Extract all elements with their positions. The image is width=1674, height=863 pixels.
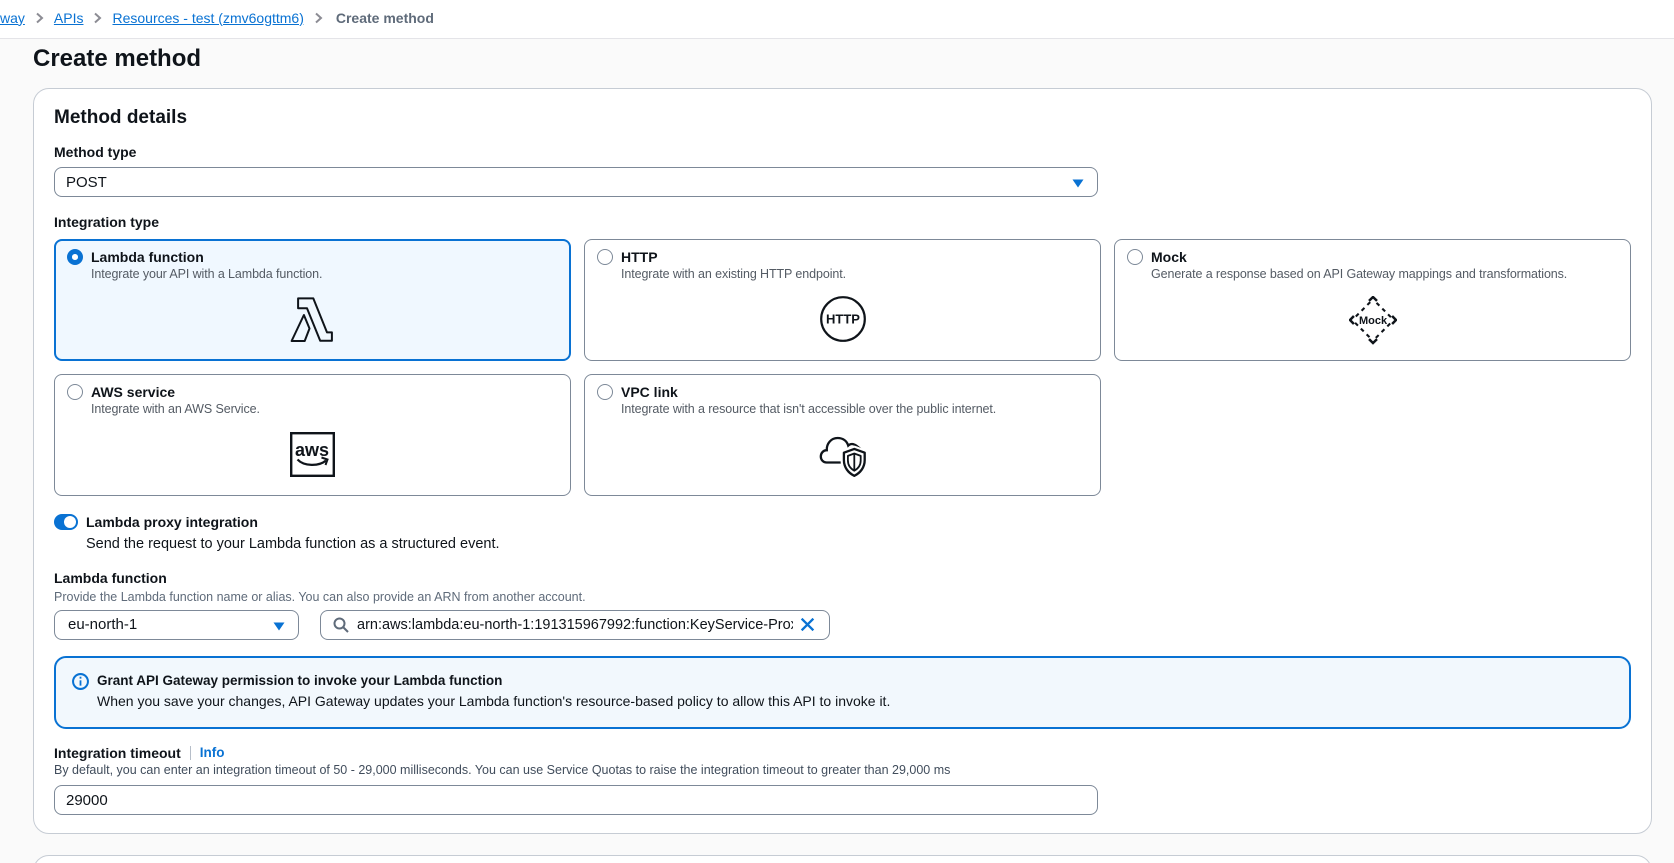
svg-text:aws: aws <box>295 440 329 460</box>
svg-text:Mock: Mock <box>1358 315 1387 327</box>
svg-text:HTTP: HTTP <box>826 312 860 327</box>
